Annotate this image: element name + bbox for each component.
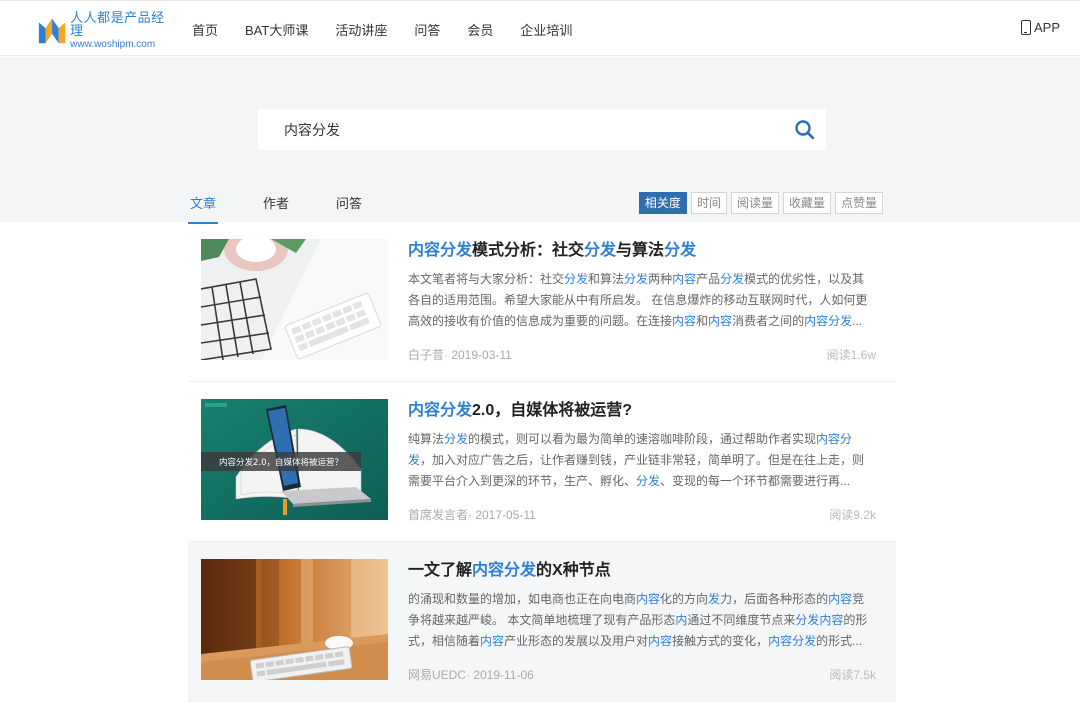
logo-en: www.woshipm.com xyxy=(70,38,156,50)
search-icon[interactable] xyxy=(794,119,816,141)
result-summary: 本文笔者将与大家分析：社交分发和算法分发两种内容产品分发模式的优劣性，以及其各自… xyxy=(408,269,876,332)
text-segment: 的涌现和数量的增加，如电商也正在向电商 xyxy=(408,592,637,606)
text-segment: 力，后面各种形态的 xyxy=(720,592,829,606)
nav-membership[interactable]: 会员 xyxy=(467,20,493,39)
result-summary: 的涌现和数量的增加，如电商也正在向电商内容化的方向发力，后面各种形态的内容竞争将… xyxy=(408,589,876,652)
result-item[interactable]: 内容分发模式分析：社交分发与算法分发 本文笔者将与大家分析：社交分发和算法分发两… xyxy=(188,222,896,382)
result-thumbnail[interactable]: 内容分发2.0，自媒体将被运营？ xyxy=(201,399,388,520)
app-download-link[interactable]: APP xyxy=(1020,20,1060,35)
logo-text: 人人都是产品经理 www.woshipm.com xyxy=(70,11,172,50)
sort-favorites-button[interactable]: 收藏量 xyxy=(782,192,831,214)
text-segment: 通过不同维度节点来 xyxy=(687,613,796,627)
sort-reads-button[interactable]: 阅读量 xyxy=(730,192,779,214)
text-segment: 化的方向 xyxy=(660,592,709,606)
logo-mark-icon xyxy=(38,18,66,44)
site-logo[interactable]: 人人都是产品经理 www.woshipm.com xyxy=(37,11,172,50)
tab-authors[interactable]: 作者 xyxy=(263,193,289,224)
result-author-date: 首席发言者· 2017-05-11 xyxy=(408,508,536,522)
result-title[interactable]: 内容分发2.0，自媒体将被运营? xyxy=(408,396,632,420)
text-segment: 、变现的每一个环节都需要进行再... xyxy=(660,474,851,488)
thumbnail-caption: 内容分发2.0，自媒体将被运营？ xyxy=(219,457,343,468)
highlighted-keyword: 内容分发 xyxy=(768,634,817,648)
text-segment: 两种 xyxy=(648,272,673,286)
text-segment: 接触方式的变化， xyxy=(672,634,769,648)
highlighted-keyword: 内容分发 xyxy=(408,402,473,419)
highlighted-keyword: 分发 xyxy=(720,272,745,286)
highlighted-keyword: 内容分发 xyxy=(472,562,537,579)
search-box xyxy=(258,109,826,150)
highlighted-keyword: 内容 xyxy=(672,314,697,328)
nav-qa[interactable]: 问答 xyxy=(414,20,440,39)
text-segment: 产业形态的发展以及用户对 xyxy=(504,634,649,648)
sort-options: 相关度 时间 阅读量 收藏量 点赞量 xyxy=(635,192,883,214)
sort-likes-button[interactable]: 点赞量 xyxy=(834,192,883,214)
sort-time-button[interactable]: 时间 xyxy=(690,192,727,214)
highlighted-keyword: 分发 xyxy=(624,272,649,286)
highlighted-keyword: 内容分发 xyxy=(408,242,473,259)
text-segment: 产品 xyxy=(696,272,721,286)
nav-home[interactable]: 首页 xyxy=(192,20,218,39)
logo-cn: 人人都是产品经理 xyxy=(70,9,165,38)
main-nav: 首页 BAT大师课 活动讲座 问答 会员 企业培训 xyxy=(192,1,599,57)
text-segment: 的形式... xyxy=(816,634,863,648)
text-segment: 的模式，则可以看为最为简单的速溶咖啡阶段，通过帮助作者实现 xyxy=(468,432,817,446)
text-segment: 模式分析：社交 xyxy=(472,242,585,259)
result-item[interactable]: 一文了解内容分发的X种节点 的涌现和数量的增加，如电商也正在向电商内容化的方向发… xyxy=(188,542,896,702)
top-header: 人人都是产品经理 www.woshipm.com 首页 BAT大师课 活动讲座 … xyxy=(0,0,1080,56)
highlighted-keyword: 内容 xyxy=(672,272,697,286)
tab-articles[interactable]: 文章 xyxy=(187,193,219,224)
text-segment: 和 xyxy=(696,314,709,328)
result-thumbnail[interactable] xyxy=(201,559,388,680)
text-segment: 纯算法 xyxy=(408,432,445,446)
highlighted-keyword: 内容 xyxy=(708,314,733,328)
result-type-tabs: 文章 作者 问答 xyxy=(187,193,409,224)
app-label: APP xyxy=(1033,20,1060,35)
highlighted-keyword: 分发 xyxy=(636,474,661,488)
nav-bat-course[interactable]: BAT大师课 xyxy=(245,20,308,39)
result-read-count: 阅读9.2k xyxy=(829,508,876,522)
search-results: 内容分发模式分析：社交分发与算法分发 本文笔者将与大家分析：社交分发和算法分发两… xyxy=(188,222,896,702)
highlighted-keyword: 内容分发 xyxy=(804,314,853,328)
result-read-count: 阅读7.5k xyxy=(829,668,876,682)
highlighted-keyword: 内容 xyxy=(648,634,673,648)
highlighted-keyword: 内容 xyxy=(636,592,661,606)
result-author-date: 白子昔· 2019-03-11 xyxy=(408,348,512,362)
search-area: 文章 作者 问答 相关度 时间 阅读量 收藏量 点赞量 xyxy=(0,57,1080,224)
highlighted-keyword: 分发 xyxy=(564,272,589,286)
result-item[interactable]: 内容分发2.0，自媒体将被运营？ 内容分发2.0，自媒体将被运营? 纯算法分发的… xyxy=(188,382,896,542)
phone-icon xyxy=(1020,20,1031,35)
sort-relevance-button[interactable]: 相关度 xyxy=(638,192,687,214)
nav-enterprise-training[interactable]: 企业培训 xyxy=(520,20,572,39)
result-read-count: 阅读1.6w xyxy=(826,348,876,362)
search-input[interactable] xyxy=(284,109,764,150)
result-author-date: 网易UEDC· 2019-11-06 xyxy=(408,668,534,682)
highlighted-keyword: 内 xyxy=(675,613,688,627)
text-segment: 消费者之间的 xyxy=(732,314,805,328)
text-segment: 与算法 xyxy=(616,242,665,259)
text-segment: 和算法 xyxy=(588,272,625,286)
text-segment: 2.0，自媒体将被运营? xyxy=(472,402,633,419)
text-segment: 的X种节点 xyxy=(536,562,611,579)
result-summary: 纯算法分发的模式，则可以看为最为简单的速溶咖啡阶段，通过帮助作者实现内容分发，加… xyxy=(408,429,876,492)
highlighted-keyword: 内容 xyxy=(828,592,853,606)
text-segment: 本文笔者将与大家分析：社交 xyxy=(408,272,565,286)
nav-events[interactable]: 活动讲座 xyxy=(335,20,387,39)
highlighted-keyword: 分发 xyxy=(584,242,617,259)
highlighted-keyword: 分发 xyxy=(664,242,697,259)
result-title[interactable]: 一文了解内容分发的X种节点 xyxy=(408,556,611,580)
highlighted-keyword: 分发 xyxy=(444,432,469,446)
highlighted-keyword: 发 xyxy=(708,592,721,606)
text-segment: ... xyxy=(852,314,863,328)
text-segment: 一文了解 xyxy=(408,562,473,579)
result-thumbnail[interactable] xyxy=(201,239,388,360)
highlighted-keyword: 内容 xyxy=(480,634,505,648)
highlighted-keyword: 分发内容 xyxy=(795,613,844,627)
tab-qa[interactable]: 问答 xyxy=(336,193,362,224)
result-title[interactable]: 内容分发模式分析：社交分发与算法分发 xyxy=(408,236,696,260)
